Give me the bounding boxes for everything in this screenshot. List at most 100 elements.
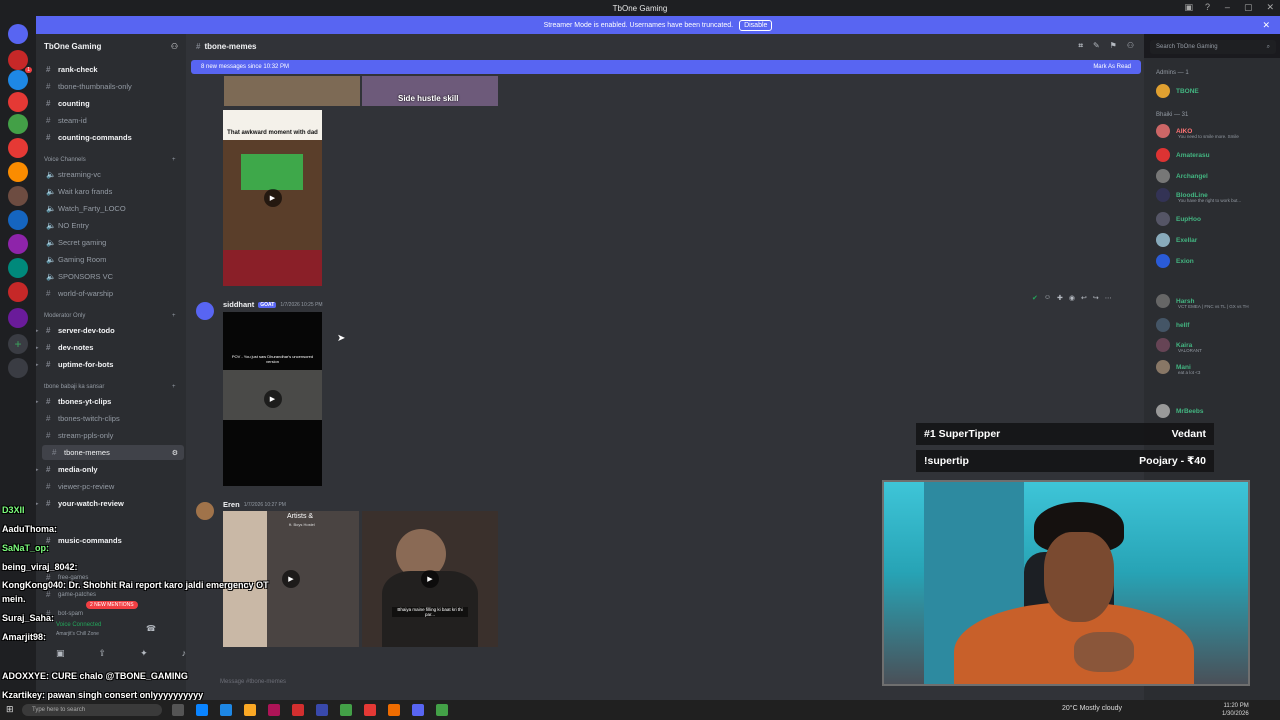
play-icon[interactable]: ▶	[282, 570, 300, 588]
play-icon[interactable]: ▶	[421, 570, 439, 588]
member-item[interactable]: hellf	[1156, 318, 1189, 332]
app-icon[interactable]	[220, 704, 232, 716]
voice-no-entry[interactable]: 🔈 NO Entry	[36, 218, 186, 233]
channel-media-only[interactable]: ▸ # media-only	[36, 462, 186, 477]
server-icon[interactable]	[8, 258, 28, 278]
category-voice-channels[interactable]: Voice Channels +	[44, 157, 176, 163]
author-name[interactable]: Eren	[223, 500, 240, 509]
server-icon[interactable]	[8, 308, 28, 328]
camera-icon[interactable]: ▣	[56, 648, 65, 659]
channel-thumbnails-only[interactable]: # tbone-thumbnails-only	[36, 79, 186, 94]
server-icon[interactable]	[8, 92, 28, 112]
activity-icon[interactable]: ✦	[140, 648, 148, 659]
app-icon[interactable]	[268, 704, 280, 716]
server-icon[interactable]	[8, 210, 28, 230]
app-icon[interactable]	[292, 704, 304, 716]
discord-icon[interactable]	[412, 704, 424, 716]
thread-icon[interactable]: ◉	[1069, 294, 1075, 302]
server-icon[interactable]	[8, 114, 28, 134]
discover-icon[interactable]	[8, 358, 28, 378]
channel-settings-icon[interactable]: ⚙	[172, 449, 178, 457]
voice-gaming-room[interactable]: 🔈 Gaming Room	[36, 252, 186, 267]
home-icon[interactable]	[8, 24, 28, 44]
maximize-icon[interactable]: ▢	[1244, 2, 1253, 13]
chrome-icon[interactable]	[436, 704, 448, 716]
voice-secret-gaming[interactable]: 🔈 Secret gaming	[36, 235, 186, 250]
video-attachment[interactable]: Artists & ft. Boys Hostel ▶	[223, 511, 359, 647]
task-view-icon[interactable]	[172, 704, 184, 716]
category-moderator-only[interactable]: Moderator Only +	[44, 313, 176, 319]
channel-dev-notes[interactable]: ▸ # dev-notes	[36, 340, 186, 355]
minimize-icon[interactable]: –	[1225, 2, 1230, 13]
channel-stream-ppls-only[interactable]: # stream-ppls-only	[36, 428, 186, 443]
taskbar-search-input[interactable]: Type here to search	[22, 704, 162, 716]
server-icon[interactable]	[8, 70, 28, 90]
threads-icon[interactable]: ⌗	[1078, 41, 1083, 51]
member-item[interactable]: Amaterasu	[1156, 148, 1210, 162]
edge-icon[interactable]	[196, 704, 208, 716]
video-attachment[interactable]: Bhaiya maine filling ki baat kri thi par…	[362, 511, 498, 647]
banner-close-icon[interactable]: ✕	[1262, 20, 1270, 31]
channel-counting[interactable]: # counting	[36, 96, 186, 111]
chrome-icon[interactable]	[340, 704, 352, 716]
channel-world-of-warship[interactable]: # world-of-warship	[36, 286, 186, 301]
notification-icon[interactable]: ✎	[1093, 41, 1100, 51]
channel-server-dev-todo[interactable]: ▸ # server-dev-todo	[36, 323, 186, 338]
members-icon[interactable]: ⚇	[1127, 41, 1134, 51]
play-icon[interactable]: ▶	[263, 189, 282, 207]
member-item[interactable]: MrBeebs	[1156, 404, 1203, 418]
server-icon[interactable]	[8, 234, 28, 254]
add-member-icon[interactable]: ⚇	[171, 42, 178, 51]
attachment-image[interactable]	[224, 76, 360, 106]
voice-streaming-vc[interactable]: 🔈 streaming-vc	[36, 167, 186, 182]
inbox-icon[interactable]: ▣	[1184, 2, 1193, 13]
system-clock[interactable]: 11:20 PM 1/30/2026	[1222, 702, 1249, 718]
new-messages-bar[interactable]: 8 new messages since 10:32 PM Mark As Re…	[191, 60, 1141, 74]
author-name[interactable]: siddhant	[223, 300, 254, 309]
pin-icon[interactable]: ⚑	[1110, 41, 1117, 51]
channel-tbone-memes[interactable]: # tbone-memes ⚙	[42, 445, 184, 460]
channel-rank-check[interactable]: # rank-check	[36, 62, 186, 77]
play-icon[interactable]: ▶	[263, 390, 282, 408]
search-input[interactable]: Search TbOne Gaming ⌕	[1150, 40, 1276, 54]
channel-steam-id[interactable]: # steam-id	[36, 113, 186, 128]
weather-widget[interactable]: 20°C Mostly cloudy	[1062, 705, 1122, 712]
channel-music-commands[interactable]: # music-commands	[36, 533, 186, 548]
server-icon[interactable]	[8, 162, 28, 182]
screen-share-icon[interactable]: ⇪	[99, 648, 107, 659]
channel-tbones-yt-clips[interactable]: ▸ # tbones-yt-clips	[36, 394, 186, 409]
more-icon[interactable]: ⋯	[1105, 294, 1112, 302]
windows-start-icon[interactable]: ⊞	[6, 704, 14, 715]
member-item[interactable]: Exellar	[1156, 233, 1197, 247]
forward-icon[interactable]: ↪	[1093, 294, 1099, 302]
add-reaction-icon[interactable]: ✚	[1057, 294, 1063, 302]
video-attachment[interactable]: That awkward moment with dad ▶	[223, 110, 322, 286]
disconnect-icon[interactable]: ☎	[146, 624, 156, 633]
close-icon[interactable]: ✕	[1266, 2, 1274, 13]
voice-sponsors-vc[interactable]: 🔈 SPONSORS VC	[36, 269, 186, 284]
member-item[interactable]: TBONE	[1156, 84, 1199, 98]
reaction-emoji-icon[interactable]: ☺	[1044, 294, 1051, 302]
add-server-icon[interactable]: +	[8, 334, 28, 354]
member-item[interactable]: Harsh VCT EMEA | FNC vs TL | GX vs TH	[1156, 294, 1249, 309]
channel-uptime-for-bots[interactable]: ▸ # uptime-for-bots	[36, 357, 186, 372]
member-item[interactable]: AIKO You need to smile more. Smile	[1156, 124, 1239, 139]
app-icon[interactable]	[364, 704, 376, 716]
member-item[interactable]: Exion	[1156, 254, 1194, 268]
app-icon[interactable]	[316, 704, 328, 716]
server-icon[interactable]	[8, 282, 28, 302]
reply-icon[interactable]: ↩	[1081, 294, 1087, 302]
video-attachment[interactable]: POV - You just saw Dhurandhar's uncensor…	[223, 312, 322, 486]
avatar[interactable]	[196, 302, 214, 320]
mark-as-read-button[interactable]: Mark As Read	[1093, 64, 1131, 70]
channel-tbones-twitch-clips[interactable]: # tbones-twitch-clips	[36, 411, 186, 426]
voice-watch-farty[interactable]: 🔈 Watch_Farty_LOCO	[36, 201, 186, 216]
channel-counting-commands[interactable]: # counting-commands	[36, 130, 186, 145]
channel-bot-spam[interactable]: # bot-spam	[36, 606, 186, 621]
member-item[interactable]: BloodLine You have the right to work but.…	[1156, 188, 1241, 203]
category-tbone-babaji[interactable]: tbone babaji ka sansar +	[44, 384, 176, 390]
server-icon[interactable]: 1	[8, 50, 32, 73]
member-item[interactable]: Kaira VALORANT	[1156, 338, 1202, 353]
brave-icon[interactable]	[388, 704, 400, 716]
channel-your-watch-review[interactable]: ▸ # your-watch-review	[36, 496, 186, 511]
